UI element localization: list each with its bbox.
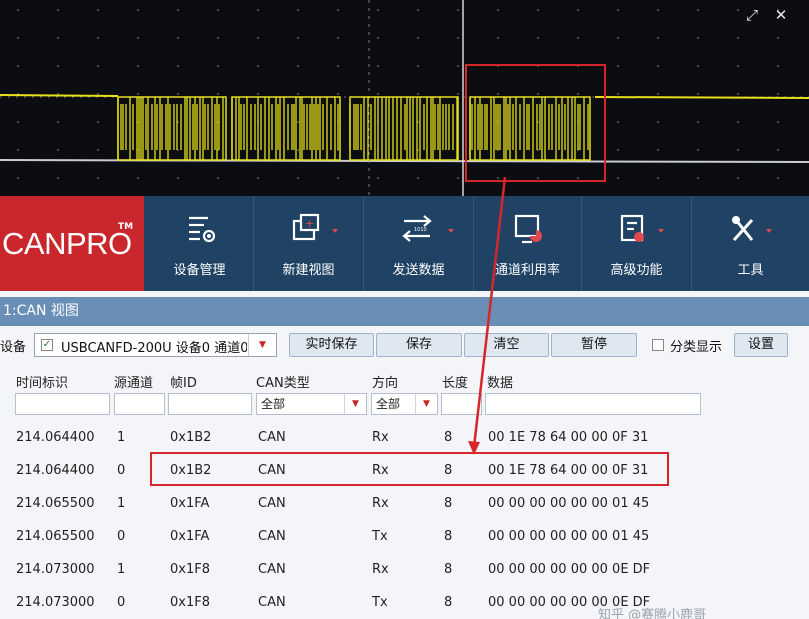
- annotation-arrow: [468, 176, 507, 455]
- screenshot-root: ⤢ ✕ CANPRO TM 设备管理 + 新建视图 1010 发送数据 通道利用…: [0, 0, 809, 619]
- watermark: 知乎 @赛腾小鹿哥: [598, 608, 707, 619]
